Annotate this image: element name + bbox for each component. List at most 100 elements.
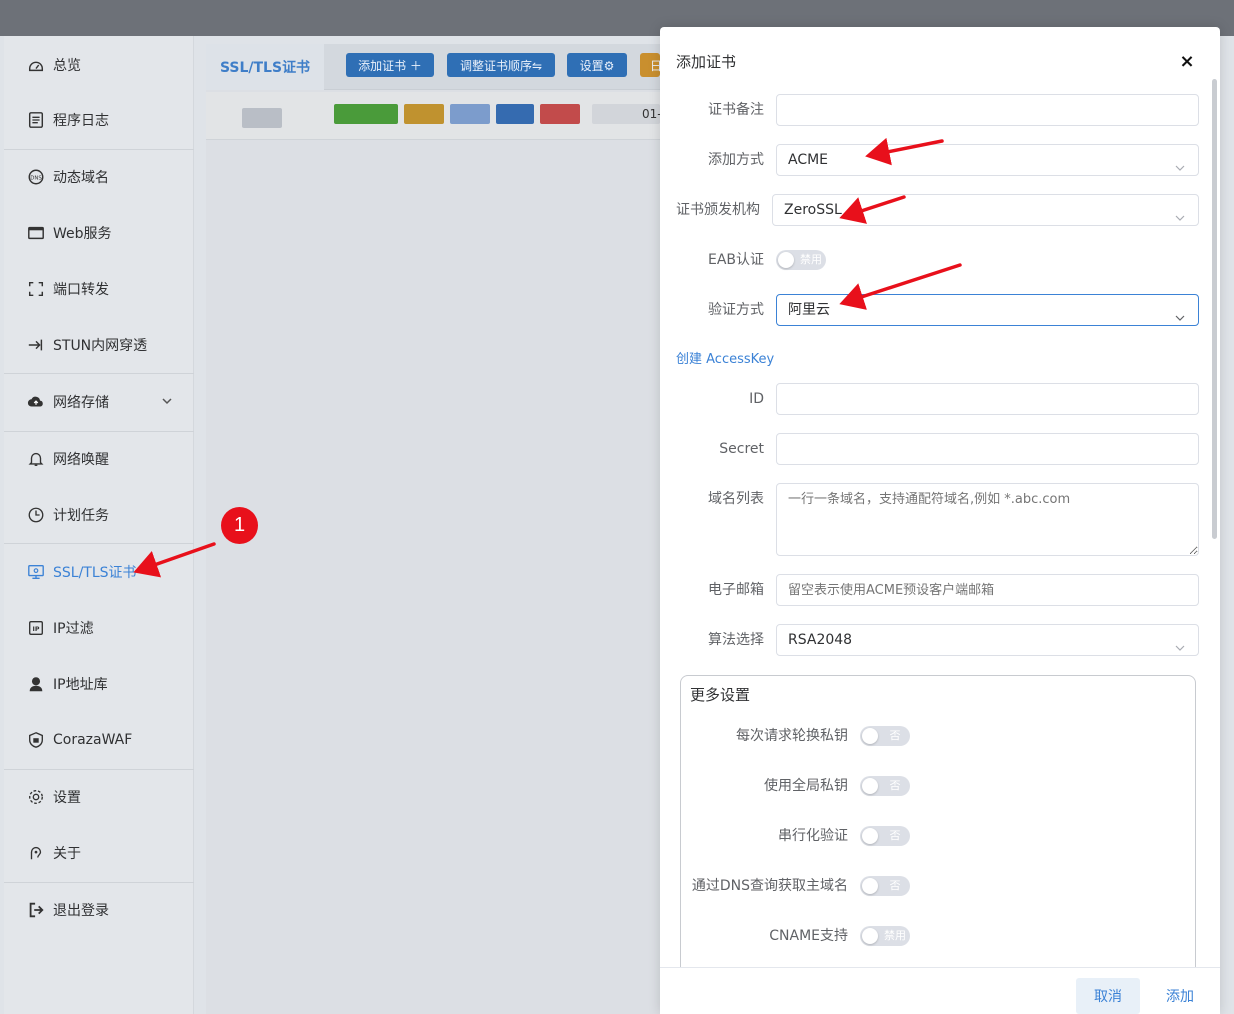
sidebar-item-ip-filter[interactable]: IP IP过滤 [4,608,194,648]
chevron-down-icon [1174,635,1186,651]
annotation-badge: 1 [221,507,258,544]
issuer-value: ZeroSSL [784,202,842,218]
add-certificate-button[interactable]: 添加证书 ＋ [346,53,434,77]
algorithm-select[interactable]: RSA2048 [776,624,1199,656]
secret-input[interactable] [776,433,1199,465]
chevron-down-icon [160,394,174,408]
svg-text:IP: IP [33,626,40,633]
sidebar-item-label: 总览 [53,58,81,74]
settings-button[interactable]: 设置⚙ [567,53,627,77]
switch-knob [778,252,794,268]
stun-icon [26,335,46,355]
divider [4,543,194,544]
divider [4,882,194,883]
tab-ssl-certificates[interactable]: SSL/TLS证书 [206,44,324,90]
email-label: 电子邮箱 [708,582,764,598]
cname-switch[interactable]: 禁用 [860,926,910,946]
algorithm-label: 算法选择 [708,632,764,648]
ip-filter-icon: IP [26,618,46,638]
dns-root-domain-switch[interactable]: 否 [860,876,910,896]
blurred-cell [450,104,490,124]
switch-knob [862,928,878,944]
clock-icon [26,505,46,525]
submit-add-button[interactable]: 添加 [1158,978,1202,1014]
sidebar-item-label: 端口转发 [53,282,109,298]
email-input[interactable] [776,574,1199,606]
sidebar-item-stun[interactable]: STUN内网穿透 [4,325,194,365]
about-icon [26,843,46,863]
remark-label: 证书备注 [708,102,764,118]
sidebar-item-label: 设置 [53,790,81,806]
sidebar-item-label: IP过滤 [53,621,94,637]
switch-knob [862,728,878,744]
sidebar-item-port-forward[interactable]: 端口转发 [4,269,194,309]
blurred-cell [540,104,580,124]
switch-text: 禁用 [884,929,906,942]
blurred-cell [496,104,534,124]
sidebar-item-about[interactable]: 关于 [4,833,194,873]
rotate-key-label: 每次请求轮换私钥 [736,728,848,744]
sidebar-item-wol[interactable]: 网络唤醒 [4,439,194,479]
bell-icon [26,449,46,469]
shield-icon [26,730,46,750]
dns-icon: DNS [26,167,46,187]
eab-switch[interactable]: 禁用 [776,250,826,270]
chevron-down-icon [1174,205,1186,221]
domains-label: 域名列表 [708,491,764,507]
blurred-cell [334,104,398,124]
remark-input[interactable] [776,94,1199,126]
dns-root-domain-label: 通过DNS查询获取主域名 [691,878,848,894]
sidebar-item-overview[interactable]: 总览 [4,45,194,85]
more-settings-title: 更多设置 [690,686,751,704]
serial-verify-switch[interactable]: 否 [860,826,910,846]
id-input[interactable] [776,383,1199,415]
switch-text: 禁用 [800,253,822,266]
verify-method-value: 阿里云 [788,302,830,318]
sidebar-item-cron[interactable]: 计划任务 [4,495,194,535]
add-certificate-dialog: 添加证书 × 证书备注 添加方式 ACME 证书颁发机构 ZeroSSL EAB… [660,27,1220,1014]
sidebar-item-web[interactable]: Web服务 [4,213,194,253]
sidebar-item-label: IP地址库 [53,677,108,693]
chevron-down-icon [1174,155,1186,171]
switch-knob [862,778,878,794]
create-accesskey-link[interactable]: 创建 AccessKey [676,348,774,367]
verify-label: 验证方式 [708,302,764,318]
verify-method-select[interactable]: 阿里云 [776,294,1199,326]
sidebar-item-waf[interactable]: CorazaWAF [4,720,194,760]
sidebar-item-label: STUN内网穿透 [53,338,148,354]
blurred-cell [242,108,282,128]
rotate-key-switch[interactable]: 否 [860,726,910,746]
switch-text: 否 [889,829,901,842]
extra-button[interactable]: 日 [640,53,662,77]
sidebar-item-label: 网络唤醒 [53,452,109,468]
serial-verify-label: 串行化验证 [778,828,848,844]
secret-label: Secret [719,441,764,457]
sidebar-item-logs[interactable]: 程序日志 [4,100,194,140]
sidebar-item-ip-db[interactable]: IP地址库 [4,664,194,704]
blurred-cell: 01- [592,104,662,124]
id-label: ID [749,391,764,407]
gear-icon [26,787,46,807]
issuer-label: 证书颁发机构 [676,202,760,218]
sidebar-item-logout[interactable]: 退出登录 [4,890,194,930]
add-method-select[interactable]: ACME [776,144,1199,176]
divider [4,769,194,770]
sidebar-item-label: SSL/TLS证书 [53,565,137,581]
reorder-certificates-button[interactable]: 调整证书顺序⇋ [447,53,555,77]
sidebar-item-label: 计划任务 [53,508,109,524]
close-icon[interactable]: × [1176,51,1198,72]
cancel-button[interactable]: 取消 [1076,978,1140,1014]
switch-knob [862,828,878,844]
sidebar-item-storage[interactable]: 网络存储 [4,382,194,422]
sidebar-item-settings[interactable]: 设置 [4,777,194,817]
sidebar-item-label: CorazaWAF [53,732,133,748]
scrollbar[interactable] [1212,79,1217,539]
domains-textarea[interactable] [776,483,1199,556]
sidebar-item-ssl[interactable]: SSL/TLS证书 [4,552,194,592]
cname-label: CNAME支持 [769,928,848,944]
global-key-switch[interactable]: 否 [860,776,910,796]
issuer-select[interactable]: ZeroSSL [772,194,1199,226]
sidebar-item-ddns[interactable]: DNS 动态域名 [4,157,194,197]
blurred-cell [404,104,444,124]
sidebar: 总览 程序日志 DNS 动态域名 Web服务 端口转发 STUN内网穿透 网络存… [4,36,194,1014]
